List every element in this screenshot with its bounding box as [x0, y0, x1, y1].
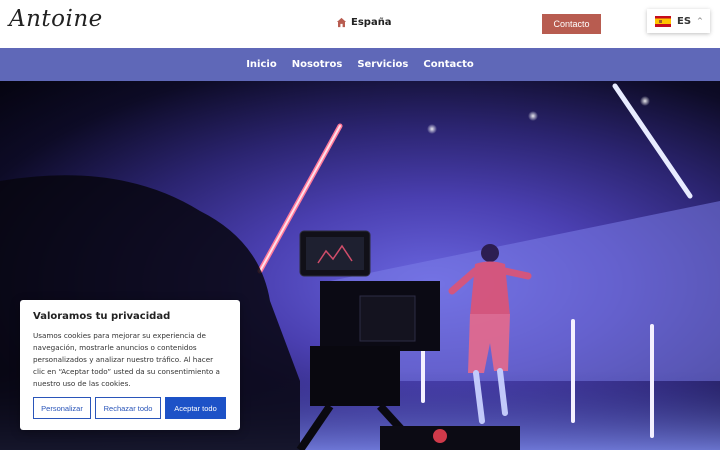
site-header: Antoine España Contacto ES ^	[0, 0, 720, 48]
nav-item-nosotros[interactable]: Nosotros	[292, 59, 343, 70]
location-label: España	[351, 17, 392, 28]
spain-flag-icon	[655, 15, 671, 27]
accept-all-button[interactable]: Aceptar todo	[165, 397, 226, 419]
chevron-up-icon: ^	[697, 17, 703, 25]
cookie-actions: Personalizar Rechazar todo Aceptar todo	[33, 397, 226, 419]
language-selector[interactable]: ES ^	[647, 9, 710, 33]
customize-button[interactable]: Personalizar	[33, 397, 91, 419]
cookie-title: Valoramos tu privacidad	[33, 311, 171, 322]
main-nav: Inicio Nosotros Servicios Contacto	[0, 48, 720, 81]
contact-button[interactable]: Contacto	[542, 14, 601, 34]
home-icon	[336, 17, 347, 28]
reject-all-button[interactable]: Rechazar todo	[95, 397, 161, 419]
nav-item-contacto[interactable]: Contacto	[423, 59, 473, 70]
nav-item-servicios[interactable]: Servicios	[357, 59, 408, 70]
location-link[interactable]: España	[336, 17, 392, 28]
nav-item-inicio[interactable]: Inicio	[246, 59, 277, 70]
language-code: ES	[677, 15, 692, 27]
cookie-consent-dialog: Valoramos tu privacidad Usamos cookies p…	[20, 300, 240, 430]
cookie-description: Usamos cookies para mejorar su experienc…	[33, 331, 220, 388]
site-logo[interactable]: Antoine	[9, 6, 103, 32]
